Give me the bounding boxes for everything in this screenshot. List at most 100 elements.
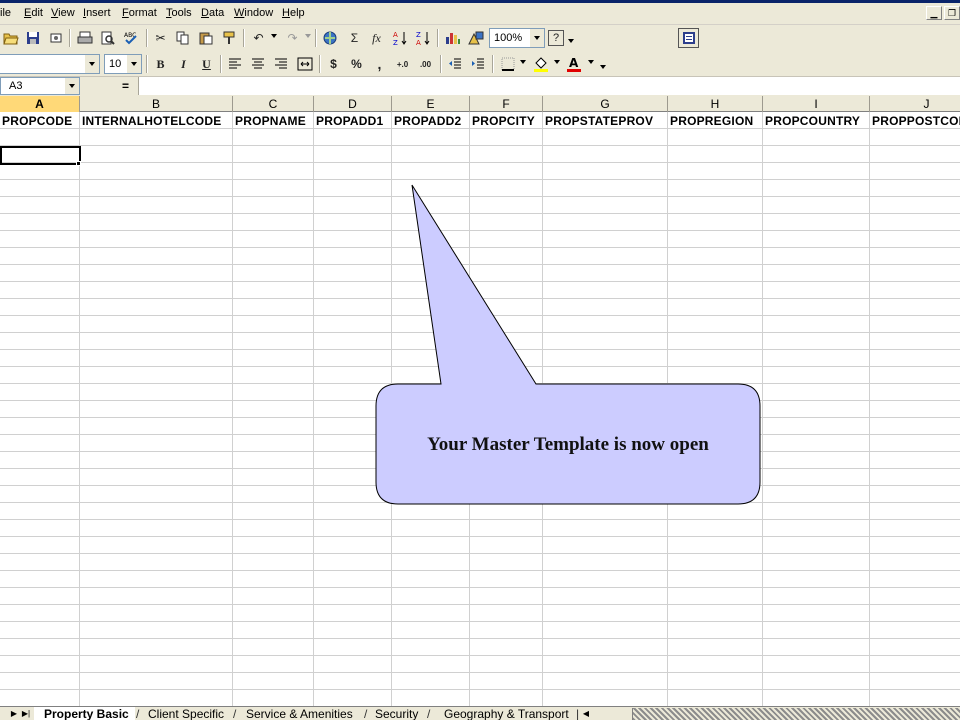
align-right-icon[interactable]: [270, 54, 291, 74]
cut-icon[interactable]: ✂: [150, 28, 171, 48]
last-sheet-icon[interactable]: ▶|: [20, 708, 32, 720]
restore-icon[interactable]: ❐: [944, 6, 960, 20]
chart-wizard-icon[interactable]: [442, 28, 463, 48]
spelling-icon[interactable]: ABC: [120, 28, 141, 48]
merge-center-icon[interactable]: [294, 54, 315, 74]
autosum-icon[interactable]: Σ: [344, 28, 365, 48]
format-painter-icon[interactable]: [218, 28, 239, 48]
formula-equals-sign[interactable]: =: [122, 79, 129, 93]
column-header-a[interactable]: A: [0, 96, 80, 112]
help-icon[interactable]: ?: [548, 30, 564, 46]
menu-window[interactable]: Window: [234, 7, 273, 19]
cell-j1[interactable]: PROPPOSTCODE: [870, 112, 960, 130]
drawing-icon[interactable]: [465, 28, 486, 48]
column-header-j[interactable]: J: [870, 96, 960, 112]
cell-e1[interactable]: PROPADD2: [392, 112, 469, 130]
align-center-icon[interactable]: [247, 54, 268, 74]
permission-icon[interactable]: [45, 28, 66, 48]
fill-color-dropdown-icon[interactable]: [554, 60, 560, 64]
print-preview-icon[interactable]: [97, 28, 118, 48]
column-header-c[interactable]: C: [233, 96, 314, 112]
borders-dropdown-icon[interactable]: [520, 60, 526, 64]
cell-a1[interactable]: PROPCODE: [0, 112, 79, 130]
cell-b1[interactable]: INTERNALHOTELCODE: [80, 112, 232, 130]
fill-color-icon[interactable]: [530, 54, 551, 74]
column-header-h[interactable]: H: [668, 96, 763, 112]
tab-property-basic[interactable]: Property Basic: [34, 707, 135, 720]
redo-icon[interactable]: ↷: [282, 28, 303, 48]
insert-function-icon[interactable]: fx: [366, 28, 387, 48]
redo-dropdown-icon[interactable]: [305, 34, 311, 38]
column-header-g[interactable]: G: [543, 96, 668, 112]
italic-button[interactable]: I: [173, 54, 194, 74]
menu-format[interactable]: Format: [122, 7, 157, 19]
menu-help[interactable]: Help: [282, 7, 305, 19]
undo-icon[interactable]: ↶: [248, 28, 269, 48]
menu-insert[interactable]: Insert: [83, 7, 111, 19]
column-header-e[interactable]: E: [392, 96, 470, 112]
font-size-select[interactable]: 10: [104, 54, 142, 74]
underline-button[interactable]: U: [196, 54, 217, 74]
font-color-icon[interactable]: A: [563, 54, 584, 74]
formula-input[interactable]: [138, 77, 960, 95]
gridline: [869, 112, 870, 706]
toolbar-options-icon[interactable]: [600, 65, 606, 69]
increase-indent-icon[interactable]: [467, 54, 488, 74]
cell-i1[interactable]: PROPCOUNTRY: [763, 112, 869, 130]
copy-icon[interactable]: [172, 28, 193, 48]
menu-edit[interactable]: Edit: [24, 7, 43, 19]
font-color-dropdown-icon[interactable]: [588, 60, 594, 64]
bold-button[interactable]: B: [150, 54, 171, 74]
menu-file[interactable]: ile: [0, 7, 11, 19]
tab-scroll-left-icon[interactable]: ◀: [580, 708, 592, 720]
column-header-f[interactable]: F: [470, 96, 543, 112]
cell-d1[interactable]: PROPADD1: [314, 112, 391, 130]
percent-button[interactable]: %: [346, 54, 367, 74]
cell-c1[interactable]: PROPNAME: [233, 112, 313, 130]
chevron-down-icon[interactable]: [65, 78, 79, 94]
help-dropdown-icon[interactable]: [568, 39, 574, 43]
tab-client-specific[interactable]: Client Specific: [138, 707, 230, 720]
open-folder-icon[interactable]: [0, 28, 21, 48]
currency-button[interactable]: $: [323, 54, 344, 74]
extra-toolbar-icon[interactable]: [678, 28, 699, 48]
tab-security[interactable]: Security: [365, 707, 424, 720]
zoom-select[interactable]: 100%: [489, 28, 545, 48]
menu-view[interactable]: View: [51, 7, 75, 19]
minimize-icon[interactable]: ▁: [926, 6, 942, 20]
cell-h1[interactable]: PROPREGION: [668, 112, 762, 130]
fill-handle[interactable]: [76, 161, 81, 166]
font-name-select[interactable]: [0, 54, 100, 74]
print-icon[interactable]: [74, 28, 95, 48]
cell-f1[interactable]: PROPCITY: [470, 112, 542, 130]
menu-tools[interactable]: Tools: [166, 7, 192, 19]
column-header-d[interactable]: D: [314, 96, 392, 112]
name-box[interactable]: A3: [0, 77, 80, 95]
active-cell-a3[interactable]: [0, 146, 81, 165]
sort-descending-icon[interactable]: ZA: [412, 28, 433, 48]
column-header-i[interactable]: I: [763, 96, 870, 112]
tab-service-amenities[interactable]: Service & Amenities: [236, 707, 359, 720]
paste-icon[interactable]: [195, 28, 216, 48]
borders-icon[interactable]: [497, 54, 518, 74]
align-left-icon[interactable]: [224, 54, 245, 74]
cell-g1[interactable]: PROPSTATEPROV: [543, 112, 667, 130]
horizontal-scrollbar[interactable]: [632, 708, 960, 720]
decrease-indent-icon[interactable]: [444, 54, 465, 74]
chevron-down-icon[interactable]: [530, 29, 544, 47]
worksheet-grid[interactable]: PROPCODE INTERNALHOTELCODE PROPNAME PROP…: [0, 112, 960, 706]
chevron-down-icon[interactable]: [127, 55, 141, 73]
menu-data[interactable]: Data: [201, 7, 224, 19]
chevron-down-icon[interactable]: [85, 55, 99, 73]
sort-ascending-icon[interactable]: AZ: [389, 28, 410, 48]
tab-geography-transport[interactable]: Geography & Transport: [434, 707, 575, 720]
next-sheet-icon[interactable]: ▶: [8, 708, 20, 720]
undo-dropdown-icon[interactable]: [271, 34, 277, 38]
decrease-decimal-button[interactable]: .00: [415, 54, 436, 74]
svg-text:Z: Z: [416, 31, 421, 39]
comma-style-button[interactable]: ,: [369, 54, 390, 74]
column-header-b[interactable]: B: [80, 96, 233, 112]
increase-decimal-button[interactable]: +.0: [392, 54, 413, 74]
save-icon[interactable]: [22, 28, 43, 48]
hyperlink-icon[interactable]: [320, 28, 341, 48]
